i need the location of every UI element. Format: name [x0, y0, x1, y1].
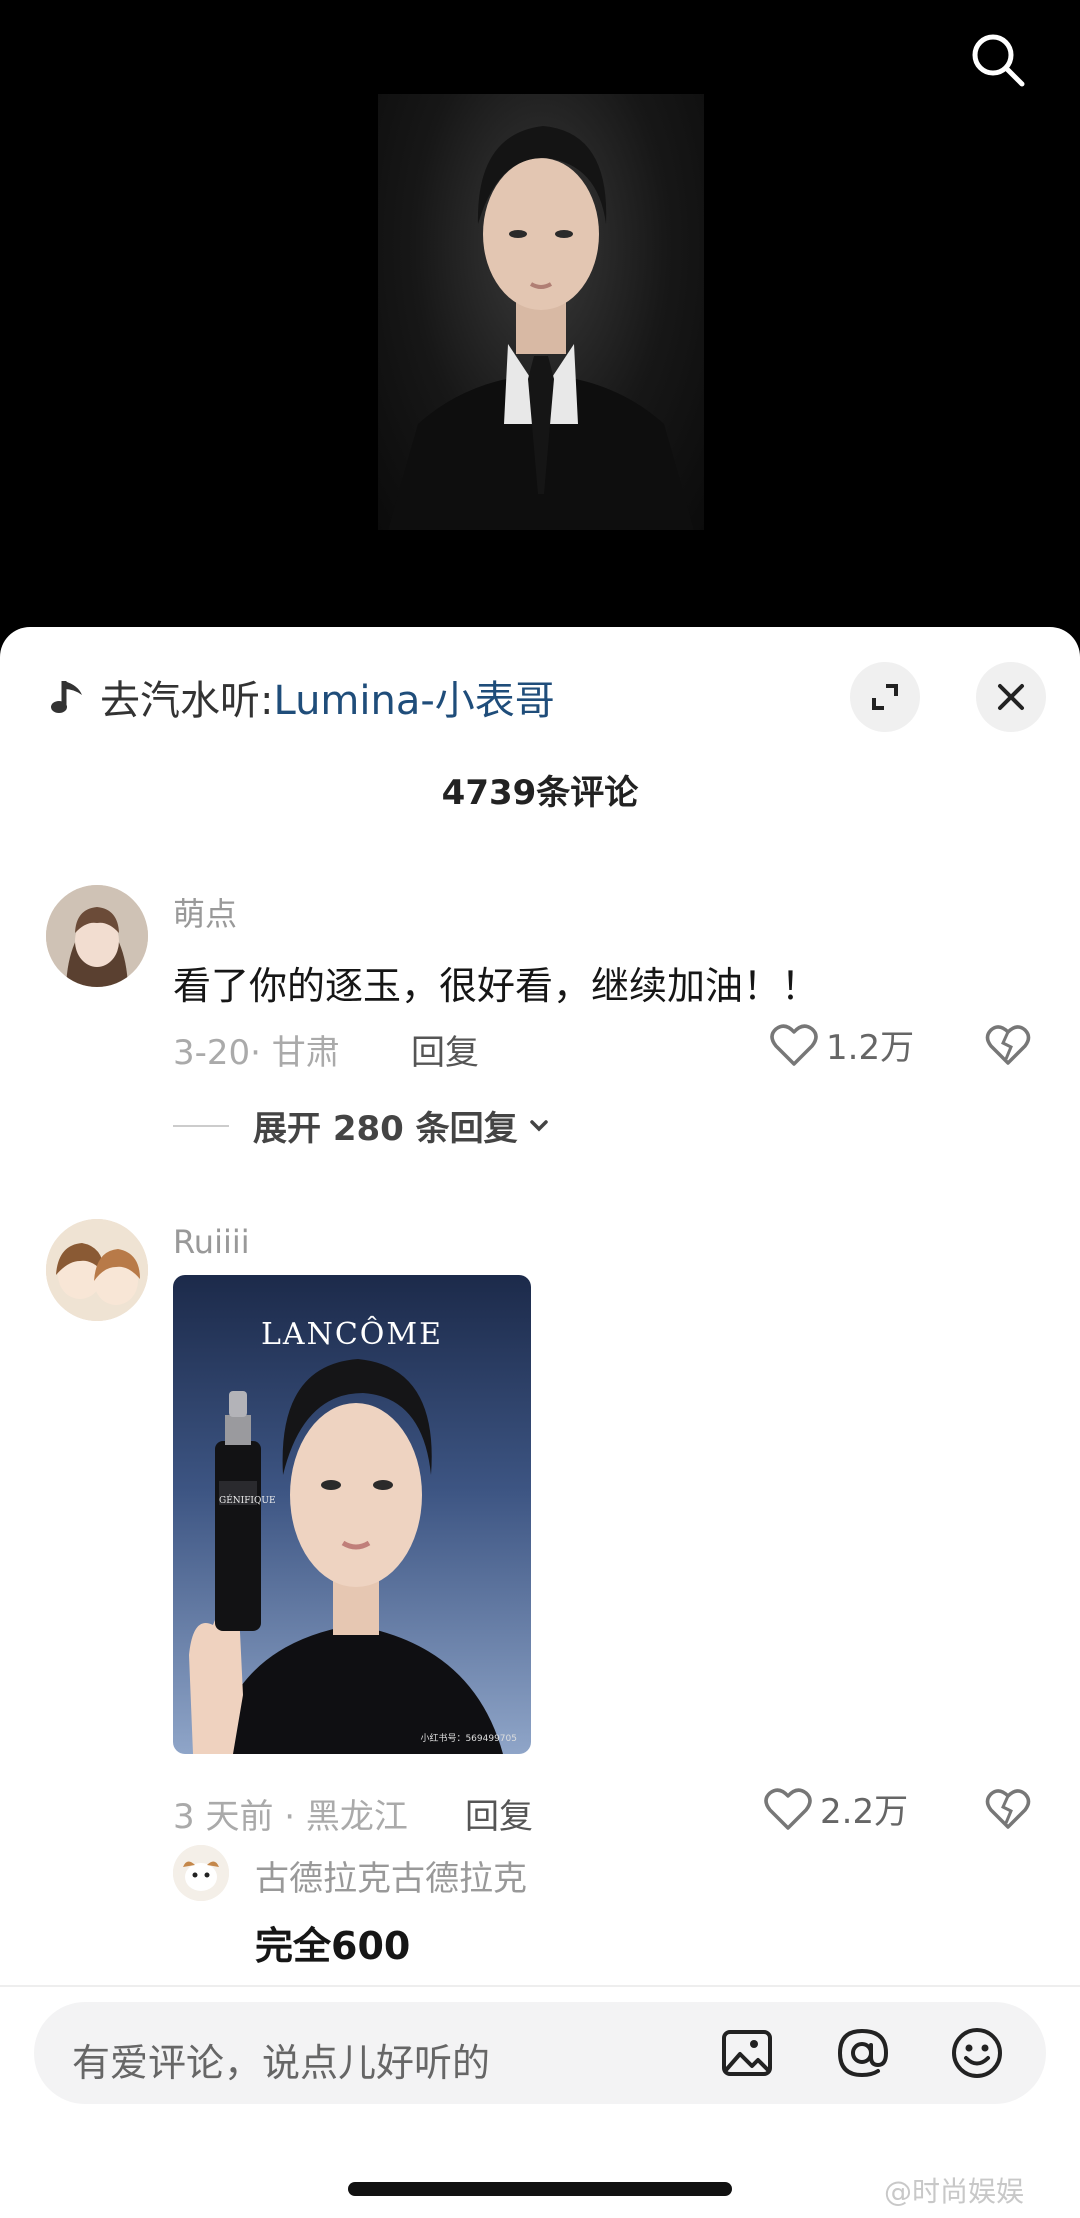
- search-icon: [972, 34, 1025, 87]
- reply-button[interactable]: 回复: [411, 1025, 479, 1074]
- avatar-image: [46, 1219, 148, 1321]
- image-button[interactable]: [716, 2022, 778, 2084]
- expand-replies[interactable]: 展开 280 条回复: [173, 1101, 554, 1150]
- comment-input[interactable]: 有爱评论，说点儿好听的: [72, 2032, 490, 2087]
- home-indicator: [348, 2182, 732, 2196]
- at-icon: [837, 2028, 889, 2078]
- watermark: @时尚娱娱: [884, 2175, 1025, 2208]
- music-song-title[interactable]: Lumina-小表哥: [273, 668, 554, 726]
- like-button[interactable]: 2.2万: [764, 1784, 908, 1833]
- comment-text: 看了你的逐玉，很好看，继续加油！！: [173, 964, 820, 1008]
- comment-count: 4739条评论: [441, 773, 639, 813]
- emoji-button[interactable]: [946, 2022, 1008, 2084]
- broken-heart-icon: [985, 1789, 1031, 1829]
- comment-username[interactable]: Ruiiii: [173, 1223, 250, 1261]
- like-count: 2.2万: [820, 1792, 909, 1832]
- reply-button[interactable]: 回复: [465, 1789, 533, 1838]
- avatar[interactable]: [46, 1219, 148, 1321]
- music-link[interactable]: 去汽水听: Lumina-小表哥: [50, 667, 555, 727]
- comment-meta: 3-20· 甘肃: [173, 1033, 340, 1073]
- advert-photo: [189, 1359, 503, 1754]
- dislike-button[interactable]: [983, 1784, 1033, 1834]
- mention-button[interactable]: [831, 2022, 893, 2084]
- divider-line: [173, 1124, 229, 1127]
- avatar[interactable]: [46, 885, 148, 987]
- like-button[interactable]: 1.2万: [770, 1020, 914, 1069]
- reply-username[interactable]: 古德拉克古德拉克: [255, 1851, 527, 1900]
- comment-image[interactable]: LANCÔME GÉNIFIQUE 小红书号：569499705: [173, 1275, 531, 1754]
- reply-avatar-image: [173, 1845, 229, 1901]
- video-frame[interactable]: [378, 94, 704, 530]
- comment-input-bar[interactable]: 有爱评论，说点儿好听的: [34, 2002, 1046, 2104]
- music-prefix: 去汽水听:: [100, 678, 274, 724]
- reply-text: 完全600: [255, 1924, 411, 1968]
- close-button[interactable]: [976, 662, 1046, 732]
- portrait-image: [388, 126, 694, 530]
- heart-icon: [764, 1787, 812, 1830]
- expand-icon: [872, 684, 898, 710]
- bottle-label: GÉNIFIQUE: [219, 1496, 276, 1506]
- avatar-image: [46, 885, 148, 987]
- comment-meta: 3 天前 · 黑龙江: [173, 1797, 408, 1837]
- comment-sheet: 去汽水听: Lumina-小表哥 4739条评论 萌点 看了你的逐玉，很好看，继…: [0, 627, 1080, 2218]
- search-button[interactable]: [960, 22, 1036, 98]
- dislike-button[interactable]: [983, 1020, 1033, 1070]
- music-note-icon: [51, 681, 82, 713]
- expand-button[interactable]: [850, 662, 920, 732]
- video-area[interactable]: [0, 0, 1080, 640]
- emoji-icon: [952, 2028, 1002, 2078]
- image-icon: [722, 2030, 772, 2076]
- comment-username[interactable]: 萌点: [173, 889, 237, 935]
- chevron-down-icon: [529, 1119, 548, 1131]
- input-divider: [0, 1985, 1080, 1987]
- reply-avatar[interactable]: [173, 1845, 229, 1901]
- close-icon: [998, 684, 1024, 710]
- like-count: 1.2万: [826, 1028, 915, 1068]
- heart-icon: [770, 1023, 818, 1066]
- expand-replies-label: 展开 280 条回复: [253, 1109, 518, 1149]
- image-watermark: 小红书号：569499705: [420, 1734, 517, 1744]
- broken-heart-icon: [985, 1025, 1031, 1065]
